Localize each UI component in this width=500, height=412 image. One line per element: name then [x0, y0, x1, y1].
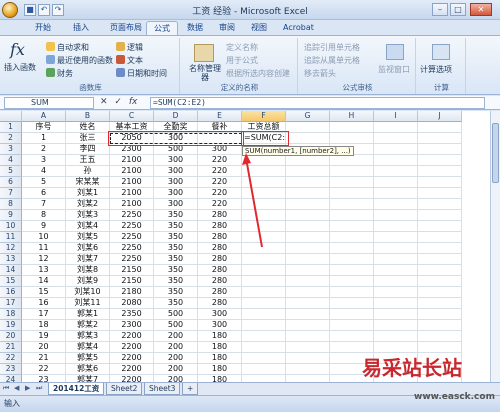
annotation-layer [242, 153, 263, 248]
arrow-line [245, 157, 263, 248]
arrow-head [242, 153, 251, 165]
